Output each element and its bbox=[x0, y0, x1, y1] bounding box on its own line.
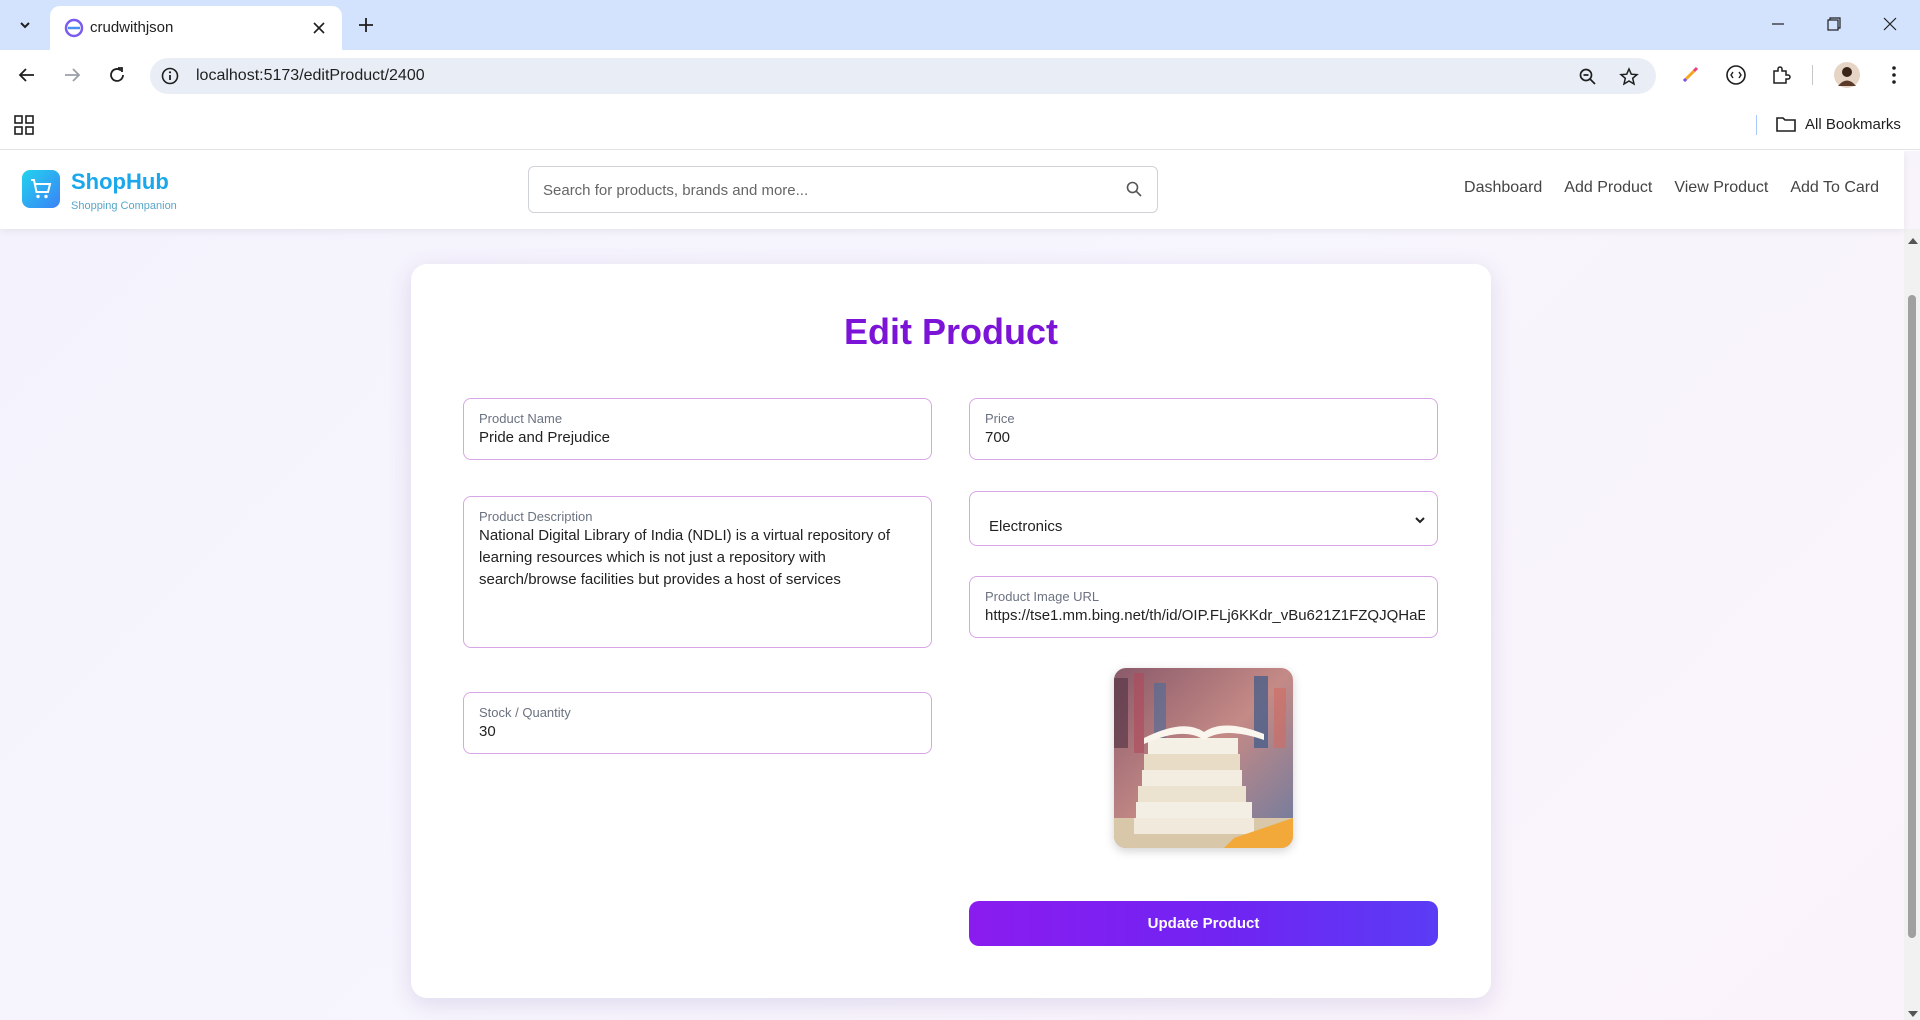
bookmarks-bar: All Bookmarks bbox=[0, 98, 1920, 150]
edit-product-card: Edit Product Product Name Pride and Prej… bbox=[411, 264, 1491, 998]
tab-search-button[interactable] bbox=[9, 11, 41, 39]
close-window-button[interactable] bbox=[1862, 0, 1918, 48]
new-tab-button[interactable] bbox=[352, 11, 380, 39]
close-tab-icon[interactable] bbox=[308, 17, 330, 39]
reload-icon bbox=[110, 67, 124, 82]
form-title: Edit Product bbox=[844, 311, 1058, 352]
stock-quantity-value[interactable]: 30 bbox=[479, 723, 919, 740]
profile-avatar[interactable] bbox=[1833, 61, 1861, 89]
category-selected-value: Electronics bbox=[989, 518, 1063, 535]
product-description-value[interactable]: National Digital Library of India (NDLI)… bbox=[479, 525, 919, 591]
product-image-url-field[interactable]: Product Image URL https://tse1.mm.bing.n… bbox=[969, 576, 1438, 638]
favicon-icon bbox=[64, 18, 84, 38]
search-input[interactable] bbox=[543, 179, 1103, 201]
browser-tab-active[interactable]: crudwithjson bbox=[50, 6, 342, 50]
main-nav: Dashboard Add Product View Product Add T… bbox=[1464, 179, 1879, 197]
shopping-cart-icon bbox=[31, 179, 52, 199]
arrow-right-icon bbox=[65, 68, 81, 82]
back-button[interactable] bbox=[10, 58, 44, 92]
zoom-icon[interactable] bbox=[1577, 66, 1599, 88]
nav-add-product[interactable]: Add Product bbox=[1564, 179, 1652, 197]
address-bar[interactable]: localhost:5173/editProduct/2400 bbox=[150, 58, 1656, 94]
all-bookmarks-button[interactable]: All Bookmarks bbox=[1776, 112, 1901, 136]
product-image-url-label: Product Image URL bbox=[985, 589, 1100, 604]
app-header: ShopHub Shopping Companion Dashboard Add… bbox=[0, 151, 1904, 229]
page-scrollbar[interactable] bbox=[1904, 229, 1920, 1020]
search-box bbox=[528, 166, 1158, 213]
price-field[interactable]: Price 700 bbox=[969, 398, 1438, 460]
book-stack-image bbox=[1114, 668, 1293, 848]
scrollbar-thumb[interactable] bbox=[1908, 295, 1916, 938]
apps-grid-icon[interactable] bbox=[13, 114, 35, 136]
stock-quantity-field[interactable]: Stock / Quantity 30 bbox=[463, 692, 932, 754]
folder-icon bbox=[1776, 117, 1796, 132]
nav-view-product[interactable]: View Product bbox=[1674, 179, 1768, 197]
product-name-label: Product Name bbox=[479, 411, 563, 426]
browser-tabstrip: crudwithjson bbox=[0, 0, 1920, 50]
restore-button[interactable] bbox=[1806, 0, 1862, 48]
minimize-icon bbox=[1772, 23, 1784, 25]
browser-toolbar: localhost:5173/editProduct/2400 bbox=[0, 50, 1920, 98]
logo-subtitle: Shopping Companion bbox=[71, 200, 177, 212]
page-viewport: ShopHub Shopping Companion Dashboard Add… bbox=[0, 151, 1920, 1020]
product-name-field[interactable]: Product Name Pride and Prejudice bbox=[463, 398, 932, 460]
url-text[interactable]: localhost:5173/editProduct/2400 bbox=[196, 67, 425, 85]
scroll-up-arrow[interactable] bbox=[1908, 238, 1918, 244]
extensions-puzzle-icon[interactable] bbox=[1767, 61, 1795, 89]
arrow-left-icon bbox=[18, 68, 34, 82]
product-image-url-value[interactable]: https://tse1.mm.bing.net/th/id/OIP.FLj6K… bbox=[985, 607, 1425, 624]
forward-button[interactable] bbox=[55, 58, 89, 92]
devtools-extension-icon[interactable] bbox=[1722, 61, 1750, 89]
minimize-button[interactable] bbox=[1750, 0, 1806, 48]
nav-add-to-card[interactable]: Add To Card bbox=[1790, 179, 1879, 197]
logo-title[interactable]: ShopHub bbox=[71, 169, 169, 195]
price-value[interactable]: 700 bbox=[985, 429, 1425, 446]
color-picker-extension-icon[interactable] bbox=[1676, 61, 1704, 89]
scroll-down-arrow[interactable] bbox=[1908, 1011, 1918, 1017]
category-select[interactable]: Electronics bbox=[969, 491, 1438, 546]
restore-icon bbox=[1827, 17, 1841, 31]
close-icon bbox=[1883, 17, 1897, 31]
bookmarks-divider bbox=[1756, 115, 1757, 135]
product-image-preview bbox=[1114, 668, 1293, 848]
toolbar-divider bbox=[1812, 65, 1813, 85]
chevron-down-icon bbox=[20, 22, 30, 29]
tab-title: crudwithjson bbox=[90, 19, 174, 36]
browser-menu-icon[interactable] bbox=[1880, 61, 1908, 89]
product-name-value[interactable]: Pride and Prejudice bbox=[479, 429, 919, 446]
price-label: Price bbox=[985, 411, 1015, 426]
search-icon[interactable] bbox=[1125, 180, 1143, 198]
reload-button[interactable] bbox=[100, 58, 134, 92]
product-description-label: Product Description bbox=[479, 509, 593, 524]
all-bookmarks-label: All Bookmarks bbox=[1805, 115, 1901, 133]
bookmark-star-icon[interactable] bbox=[1618, 66, 1640, 88]
logo-badge[interactable] bbox=[22, 170, 60, 208]
update-product-button[interactable]: Update Product bbox=[969, 901, 1438, 946]
chevron-down-icon bbox=[1415, 517, 1425, 524]
site-info-icon[interactable] bbox=[160, 66, 180, 86]
nav-dashboard[interactable]: Dashboard bbox=[1464, 179, 1542, 197]
product-description-field[interactable]: Product Description National Digital Lib… bbox=[463, 496, 932, 648]
plus-icon bbox=[359, 18, 373, 32]
stock-quantity-label: Stock / Quantity bbox=[479, 705, 571, 720]
